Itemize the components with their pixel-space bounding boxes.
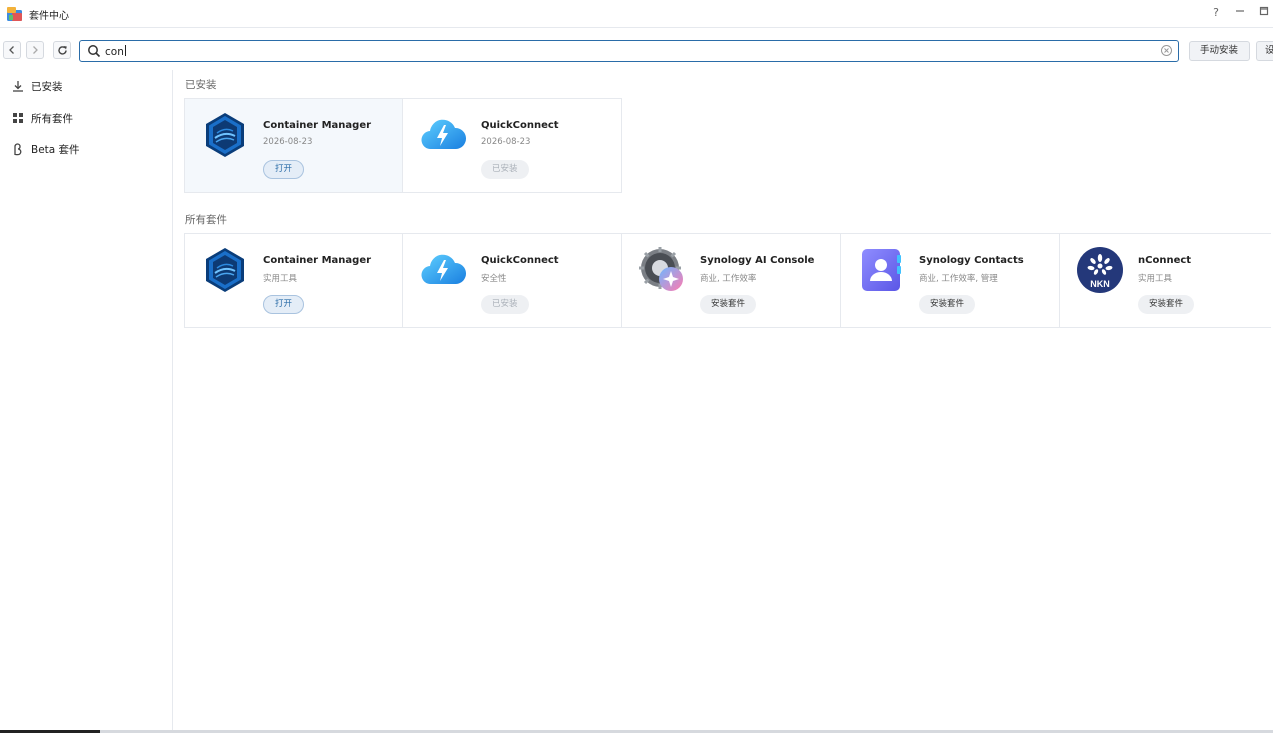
package-date: 2026-08-23 xyxy=(481,137,531,147)
package-card[interactable]: Container Manager 2026-08-23 打开 xyxy=(184,99,403,192)
package-card[interactable]: QuickConnect 安全性 已安装 xyxy=(403,234,622,327)
sidebar-item-label: 已安装 xyxy=(31,80,63,93)
package-card[interactable]: Synology Contacts 商业, 工作效率, 管理 安装套件 xyxy=(841,234,1060,327)
installed-button: 已安装 xyxy=(481,295,529,314)
package-name: Synology Contacts xyxy=(919,255,1024,266)
back-button[interactable] xyxy=(3,41,21,59)
package-name: Container Manager xyxy=(263,120,372,131)
package-category: 商业, 工作效率, 管理 xyxy=(919,274,998,284)
quickconnect-icon xyxy=(421,254,467,285)
search-box[interactable]: con xyxy=(79,40,1179,62)
package-card[interactable]: Synology AI Console 商业, 工作效率 安装套件 xyxy=(622,234,841,327)
open-button[interactable]: 打开 xyxy=(263,295,305,314)
package-card[interactable]: Container Manager 实用工具 打开 xyxy=(184,234,403,327)
nkn-icon-label: NKN xyxy=(1090,279,1110,289)
package-category: 安全性 xyxy=(481,274,507,284)
help-button[interactable]: ? xyxy=(1207,4,1225,22)
package-category: 实用工具 xyxy=(263,274,298,284)
sidebar-item-label: 所有套件 xyxy=(31,112,73,125)
download-icon xyxy=(11,79,25,93)
refresh-icon xyxy=(57,45,67,55)
minimize-icon xyxy=(1236,10,1244,12)
package-category: 实用工具 xyxy=(1138,274,1173,284)
package-name: nConnect xyxy=(1138,255,1192,266)
container-manager-icon xyxy=(206,113,244,157)
search-icon xyxy=(88,45,101,58)
installed-section-title: 已安装 xyxy=(185,79,217,91)
maximize-icon xyxy=(1259,6,1269,16)
all-section-title: 所有套件 xyxy=(185,214,227,226)
sidebar-item-installed[interactable]: 已安装 xyxy=(0,73,172,99)
container-manager-icon xyxy=(206,248,244,292)
installed-card-row: Container Manager 2026-08-23 打开 QuickCon… xyxy=(184,98,622,193)
main-content: 已安装 Container Manager 2026-08-23 打开 Quic… xyxy=(173,70,1273,733)
search-input[interactable]: con xyxy=(105,45,126,58)
grid-icon xyxy=(11,111,25,125)
install-package-button[interactable]: 安装套件 xyxy=(919,295,976,314)
title-bar: 套件中心 ? xyxy=(0,0,1273,28)
nkn-icon: NKN xyxy=(1077,247,1123,293)
minimize-button[interactable] xyxy=(1231,4,1249,22)
chevron-left-icon xyxy=(9,46,14,54)
maximize-button[interactable] xyxy=(1255,4,1273,22)
sidebar-item-label: Beta 套件 xyxy=(31,143,80,156)
package-card[interactable]: NKN nConnect 实用工具 安装套件 xyxy=(1060,234,1271,327)
ai-console-icon xyxy=(639,247,683,291)
beta-icon xyxy=(11,142,25,156)
all-card-row: Container Manager 实用工具 打开 QuickConnect 安… xyxy=(184,233,1271,328)
contacts-icon xyxy=(862,249,901,291)
package-name: Container Manager xyxy=(263,255,372,266)
sidebar-item-all[interactable]: 所有套件 xyxy=(0,105,172,131)
install-package-button[interactable]: 安装套件 xyxy=(1138,295,1195,314)
sidebar-item-beta[interactable]: Beta 套件 xyxy=(0,136,172,162)
refresh-button[interactable] xyxy=(53,41,71,59)
package-name: QuickConnect xyxy=(481,255,559,266)
quickconnect-icon xyxy=(421,119,467,150)
open-button[interactable]: 打开 xyxy=(263,160,305,179)
package-date: 2026-08-23 xyxy=(263,137,313,147)
toolbar: con 手动安装 设置 xyxy=(0,28,1273,70)
chevron-right-icon xyxy=(33,46,38,54)
package-center-icon xyxy=(7,7,22,21)
package-name: Synology AI Console xyxy=(700,255,815,266)
package-category: 商业, 工作效率 xyxy=(700,274,757,284)
clear-search-icon[interactable] xyxy=(1160,44,1173,57)
package-card[interactable]: QuickConnect 2026-08-23 已安装 xyxy=(403,99,622,192)
sidebar: 已安装 所有套件 Beta 套件 xyxy=(0,70,173,733)
installed-button: 已安装 xyxy=(481,160,529,179)
forward-button[interactable] xyxy=(26,41,44,59)
settings-button[interactable]: 设置 xyxy=(1256,41,1273,61)
window-title: 套件中心 xyxy=(29,11,69,22)
package-name: QuickConnect xyxy=(481,120,559,131)
install-package-button[interactable]: 安装套件 xyxy=(700,295,757,314)
manual-install-button[interactable]: 手动安装 xyxy=(1189,41,1250,61)
